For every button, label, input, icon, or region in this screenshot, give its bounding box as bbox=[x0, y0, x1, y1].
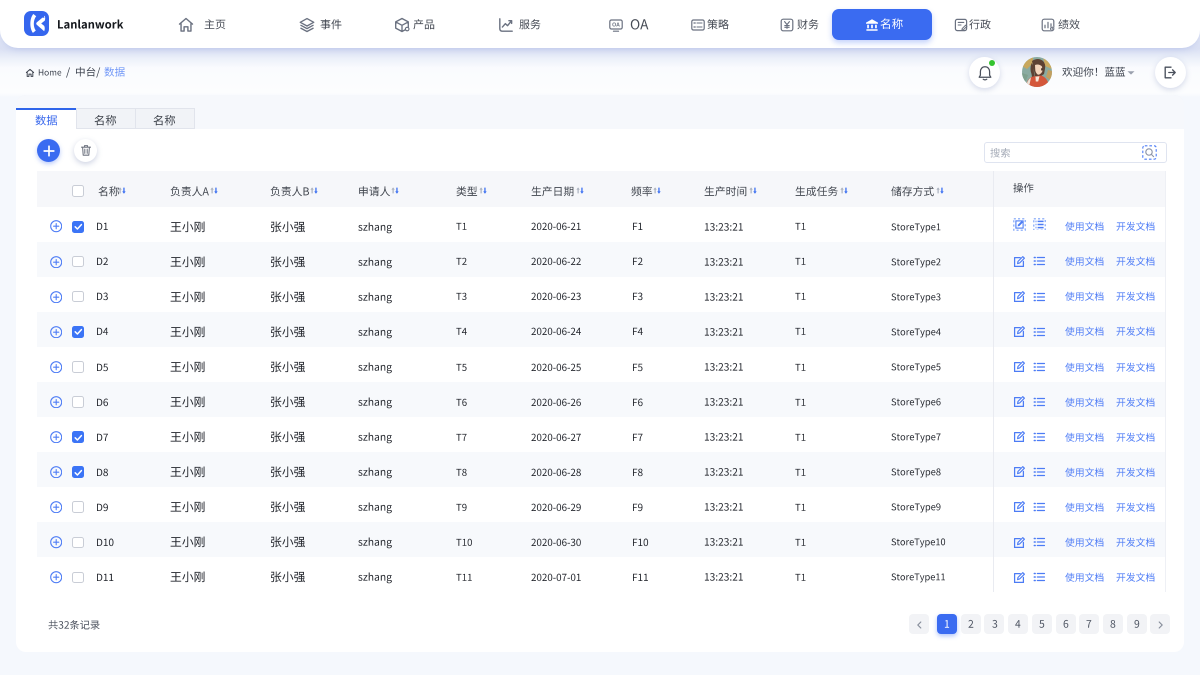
svg-text:OA: OA bbox=[612, 22, 620, 28]
